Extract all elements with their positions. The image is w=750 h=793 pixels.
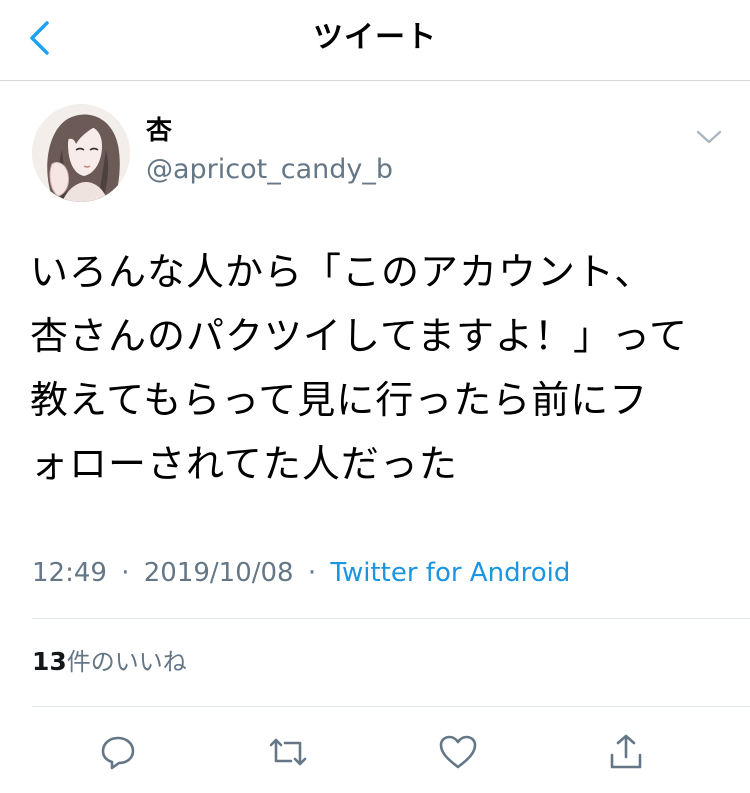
likes-label: 件のいいね — [66, 648, 187, 676]
share-button[interactable] — [604, 730, 648, 774]
divider — [32, 618, 750, 619]
avatar-illustration — [32, 104, 130, 202]
likes-count: 13 — [32, 647, 67, 676]
page-title: ツイート — [313, 20, 437, 55]
likes-count-row[interactable]: 13件のいいね — [32, 646, 187, 678]
divider — [32, 706, 750, 707]
tweet-author: 杏 @apricot_candy_b — [32, 104, 732, 204]
tweet-source-link[interactable]: Twitter for Android — [330, 558, 570, 588]
avatar[interactable] — [32, 104, 130, 202]
tweet-time: 12:49 — [32, 558, 107, 588]
author-display-name[interactable]: 杏 — [146, 116, 172, 146]
like-button[interactable] — [436, 730, 480, 774]
tweet-text: いろんな人から「このアカウント、 杏さんのパクツイしてますよ！」って 教えてもら… — [30, 250, 689, 486]
chevron-down-icon — [696, 130, 722, 144]
tweet-metadata: 12:49 · 2019/10/08 · Twitter for Android — [32, 556, 570, 590]
retweet-icon — [269, 738, 307, 766]
tweet-date: 2019/10/08 — [143, 558, 294, 588]
author-handle[interactable]: @apricot_candy_b — [146, 154, 393, 186]
top-navigation-bar: ツイート — [0, 0, 750, 81]
share-icon — [610, 734, 642, 769]
reply-icon — [101, 736, 135, 770]
tweet-actions-bar — [0, 722, 750, 782]
heart-icon — [439, 735, 477, 769]
reply-button[interactable] — [96, 730, 140, 774]
tweet-options-button[interactable] — [694, 124, 724, 150]
separator: · — [307, 558, 317, 588]
retweet-button[interactable] — [266, 730, 310, 774]
separator: · — [121, 558, 130, 588]
